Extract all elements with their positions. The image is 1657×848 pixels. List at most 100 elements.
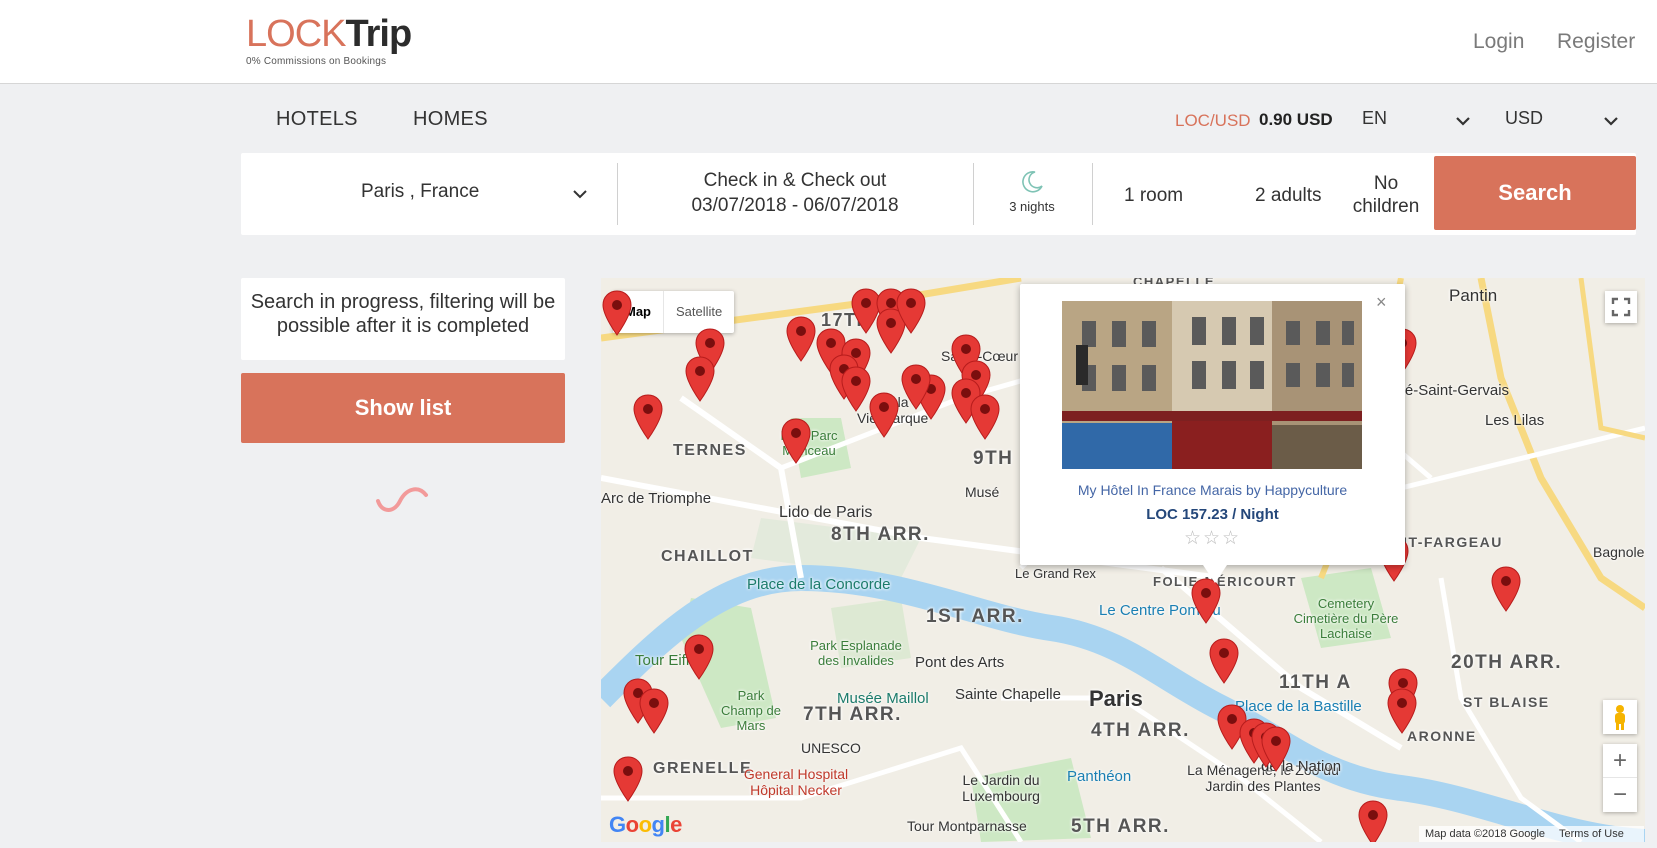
- hotel-price: LOC 157.23 / Night: [1146, 506, 1279, 523]
- map-label: Sainte Chapelle: [955, 686, 1061, 703]
- date-range-picker[interactable]: Check in & Check out 03/07/2018 - 06/07/…: [618, 153, 972, 235]
- map-label: ARONNE: [1407, 728, 1477, 744]
- hotel-map-pin[interactable]: [1491, 566, 1521, 612]
- fullscreen-icon: [1611, 297, 1631, 317]
- logo-lock-text: LOCK: [246, 13, 346, 55]
- map-label: Musée Maillol: [837, 690, 929, 707]
- map-label: Pantin: [1449, 286, 1498, 305]
- map-label: TERNES: [673, 442, 747, 459]
- zoom-in-button[interactable]: +: [1603, 744, 1637, 778]
- map-label: Place de la Bastille: [1235, 698, 1362, 715]
- hotel-map-pin[interactable]: [869, 392, 899, 438]
- show-list-button[interactable]: Show list: [241, 373, 565, 443]
- popup-tail: [1203, 565, 1227, 583]
- adults-select[interactable]: 2 adults: [1255, 185, 1322, 207]
- google-logo: Google: [609, 812, 682, 837]
- hotel-map-pin[interactable]: [901, 364, 931, 410]
- fullscreen-button[interactable]: [1605, 291, 1637, 323]
- hotel-map-pin[interactable]: [896, 288, 926, 334]
- hotel-map-pin[interactable]: [684, 634, 714, 680]
- hotel-map-pin[interactable]: [970, 394, 1000, 440]
- hotel-map-pin[interactable]: [685, 356, 715, 402]
- currency-select[interactable]: USD: [1505, 108, 1620, 134]
- nights-count: 3 nights: [974, 153, 1090, 235]
- logo-tagline: 0% Commissions on Bookings: [246, 56, 387, 67]
- exchange-rate-label: LOC/USD: [1175, 111, 1251, 130]
- chevron-down-icon: [1456, 117, 1470, 126]
- close-icon[interactable]: ×: [1376, 292, 1387, 313]
- hotel-info-popup: × My Hôtel In France Marais by Happycult…: [1020, 284, 1405, 565]
- hotel-map-pin[interactable]: [1387, 688, 1417, 734]
- map-label: 7TH ARR.: [803, 704, 902, 725]
- map-label: Bagnole: [1593, 544, 1645, 560]
- hotel-photo[interactable]: [1062, 301, 1362, 469]
- chevron-down-icon: [1604, 117, 1618, 126]
- locktrip-logo[interactable]: LOCKTrip 0% Commissions on Bookings: [246, 13, 412, 67]
- hotel-map-pin[interactable]: [1191, 578, 1221, 624]
- hotel-map-pin[interactable]: [1358, 800, 1388, 842]
- language-value: EN: [1362, 108, 1388, 128]
- map-label: Tour Montparnasse: [907, 818, 1027, 834]
- hotel-map-pin[interactable]: [786, 316, 816, 362]
- map-type-satellite-button[interactable]: Satellite: [663, 291, 734, 333]
- hotel-map-pin[interactable]: [639, 688, 669, 734]
- dates-label: Check in & Check out: [703, 170, 887, 191]
- map-label: Place de la Concorde: [747, 576, 891, 593]
- map-label: 4TH ARR.: [1091, 720, 1190, 741]
- pegman-icon: [1615, 705, 1625, 730]
- top-header: LOCKTrip 0% Commissions on Bookings Logi…: [0, 0, 1657, 84]
- hotel-map-pin[interactable]: [781, 418, 811, 464]
- map-label: Pont des Arts: [915, 654, 1005, 671]
- map-label: Panthéon: [1067, 768, 1132, 785]
- currency-value: USD: [1505, 108, 1544, 128]
- hotel-map-pin[interactable]: [1261, 726, 1291, 772]
- hotel-map-pin[interactable]: [613, 756, 643, 802]
- map-label: Lido de Paris: [779, 504, 873, 521]
- login-link[interactable]: Login: [1473, 30, 1524, 54]
- street-view-pegman[interactable]: [1603, 700, 1637, 734]
- map-label: 5TH ARR.: [1071, 816, 1170, 837]
- exchange-rate-value: 0.90 USD: [1259, 110, 1333, 129]
- children-select[interactable]: No children: [1341, 172, 1431, 218]
- map-label: 11TH A: [1279, 672, 1352, 693]
- register-link[interactable]: Register: [1557, 30, 1635, 54]
- map-credits: Map data ©2018 Google Terms of Use: [1419, 826, 1644, 842]
- hotel-map-pin[interactable]: [602, 290, 632, 336]
- map-label: Arc de Triomphe: [601, 490, 712, 507]
- search-button[interactable]: Search: [1434, 156, 1636, 230]
- map-label: ST BLAISE: [1463, 694, 1550, 710]
- hotel-map-pin[interactable]: [841, 366, 871, 412]
- hotel-map-pin[interactable]: [1209, 638, 1239, 684]
- map-label: Le Grand Rex: [1015, 566, 1096, 581]
- destination-select[interactable]: Paris , France: [241, 153, 617, 235]
- destination-value: Paris , France: [361, 181, 480, 202]
- rooms-select[interactable]: 1 room: [1124, 185, 1183, 207]
- map-label: General Hospital Hôpital Necker: [743, 766, 849, 798]
- loading-spinner-icon: [376, 487, 428, 512]
- map-label: Le Jardin du Luxembourg: [962, 772, 1040, 804]
- dates-value: 03/07/2018 - 06/07/2018: [691, 195, 899, 216]
- map-label: 8TH ARR.: [831, 524, 930, 545]
- map-label: Cemetery Cimetière du Père Lachaise: [1293, 596, 1399, 641]
- map-label: 20TH ARR.: [1451, 652, 1562, 673]
- map-label: Les Lilas: [1485, 412, 1545, 429]
- map-label: CHAILLOT: [661, 548, 754, 565]
- logo-trip-text: Trip: [345, 13, 412, 55]
- star-rating-icon: ☆☆☆: [1183, 528, 1242, 549]
- moon-icon: [1022, 170, 1043, 193]
- nights-label: 3 nights: [1009, 199, 1055, 214]
- map-label: 1ST ARR.: [926, 606, 1024, 627]
- hotel-name-link[interactable]: My Hôtel In France Marais by Happycultur…: [1020, 482, 1405, 498]
- tab-homes[interactable]: HOMES: [413, 108, 488, 131]
- language-select[interactable]: EN: [1362, 108, 1472, 134]
- chevron-down-icon: [573, 190, 587, 199]
- tab-hotels[interactable]: HOTELS: [276, 108, 358, 131]
- map-label: Park Champ de Mars: [721, 688, 781, 733]
- search-progress-message: Search in progress, filtering will be po…: [241, 278, 565, 360]
- hotel-map-pin[interactable]: [633, 394, 663, 440]
- divider: [1092, 163, 1093, 225]
- terms-link[interactable]: Terms of Use: [1559, 828, 1624, 840]
- zoom-out-button[interactable]: −: [1603, 778, 1637, 812]
- zoom-control: + −: [1603, 744, 1637, 812]
- map-label: 9TH: [973, 448, 1014, 469]
